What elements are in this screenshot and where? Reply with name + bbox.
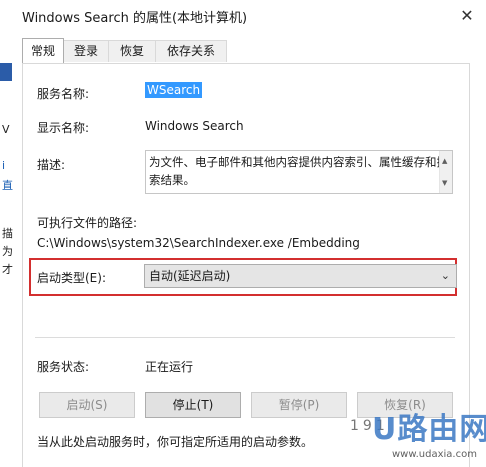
background-selection-bar bbox=[0, 63, 12, 81]
start-button[interactable]: 启动(S) bbox=[39, 392, 135, 418]
background-window-strip: V i 直 描 为 才 bbox=[0, 33, 16, 466]
background-fragment: 直 bbox=[2, 179, 13, 192]
exe-path-value: C:\Windows\system32\SearchIndexer.exe /E… bbox=[37, 236, 360, 250]
service-status-value: 正在运行 bbox=[145, 360, 194, 374]
description-label: 描述: bbox=[37, 158, 66, 172]
display-name-label: 显示名称: bbox=[37, 121, 90, 135]
background-fragment: V bbox=[2, 123, 10, 136]
display-name-value: Windows Search bbox=[145, 119, 244, 133]
background-fragment: 才 bbox=[2, 263, 13, 276]
service-name-label: 服务名称: bbox=[37, 87, 90, 101]
pause-button[interactable]: 暂停(P) bbox=[251, 392, 347, 418]
title-bar: Windows Search 的属性(本地计算机) ✕ bbox=[0, 0, 486, 33]
exe-path-label: 可执行文件的路径: bbox=[37, 216, 138, 230]
tab-general[interactable]: 常规 bbox=[22, 38, 64, 63]
close-icon: ✕ bbox=[460, 6, 474, 25]
background-fragment: i bbox=[2, 159, 6, 172]
close-button[interactable]: ✕ bbox=[452, 2, 482, 30]
watermark: 191 U路由网 www.udaxia.com bbox=[350, 404, 486, 466]
description-text: 为文件、电子邮件和其他内容提供内容索引、属性缓存和搜索结果。 bbox=[149, 155, 448, 187]
startup-type-label: 启动类型(E): bbox=[37, 271, 106, 285]
startup-type-select[interactable]: 自动(延迟启动) ⌄ bbox=[144, 264, 457, 288]
scroll-up-icon[interactable]: ▲ bbox=[442, 152, 447, 170]
description-scrollbar[interactable]: ▲ ▼ bbox=[439, 151, 452, 193]
tab-logon[interactable]: 登录 bbox=[63, 40, 109, 62]
background-fragment: 为 bbox=[2, 245, 13, 258]
section-divider bbox=[35, 337, 455, 338]
tab-dependencies[interactable]: 依存关系 bbox=[155, 40, 227, 62]
watermark-brand: U路由网 bbox=[372, 412, 486, 447]
scroll-down-icon[interactable]: ▼ bbox=[442, 174, 447, 192]
watermark-url: www.udaxia.com bbox=[392, 449, 477, 460]
background-fragment: 描 bbox=[2, 227, 13, 240]
start-parameters-hint: 当从此处启动服务时，你可指定所适用的启动参数。 bbox=[37, 435, 314, 449]
service-name-value[interactable]: WSearch bbox=[145, 82, 203, 98]
window-title: Windows Search 的属性(本地计算机) bbox=[22, 11, 248, 26]
stop-button[interactable]: 停止(T) bbox=[145, 392, 241, 418]
startup-type-value: 自动(延迟启动) bbox=[149, 269, 231, 283]
service-status-label: 服务状态: bbox=[37, 360, 90, 374]
tab-recovery[interactable]: 恢复 bbox=[108, 40, 156, 62]
chevron-down-icon: ⌄ bbox=[440, 269, 450, 282]
description-field[interactable]: 为文件、电子邮件和其他内容提供内容索引、属性缓存和搜索结果。 ▲ ▼ bbox=[145, 150, 453, 194]
